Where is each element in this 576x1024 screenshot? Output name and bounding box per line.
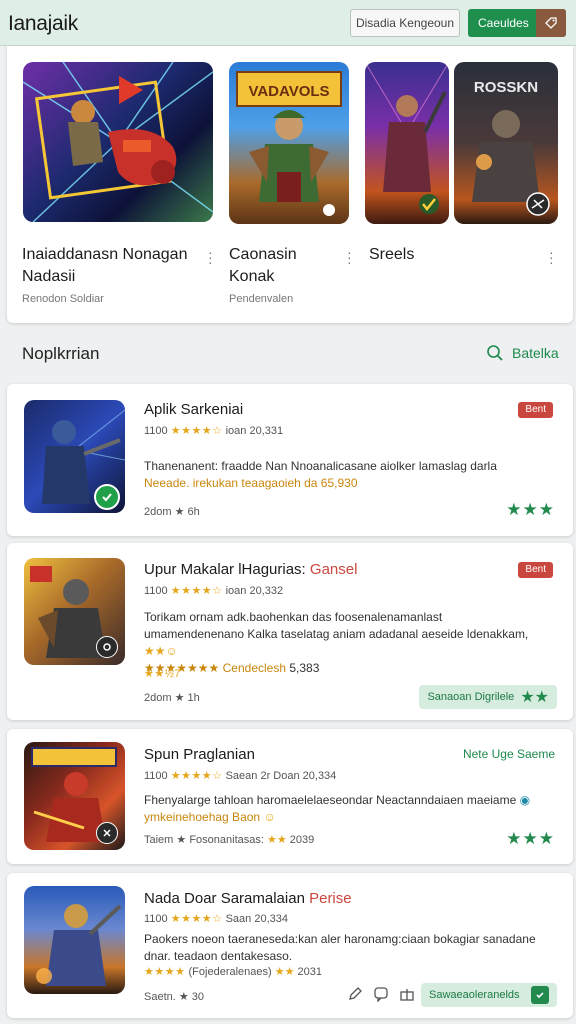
featured-carousel: VADAVOLS ROSSKN Inaiaddanasn Nonagan Nad… [7, 46, 573, 323]
featured-subtitle-1: Renodon Soldiar [22, 293, 104, 305]
app-title-text: Upur Makalar lHagurias: [144, 561, 306, 578]
app-meta-right: Saean 2r Doan 20,334 [225, 770, 337, 782]
description-text: Fhenyalarge tahloan haromaelelaeseondar … [144, 793, 520, 807]
rating-stars: ★★★★☆ [170, 913, 223, 925]
description-count: 5,383 [289, 661, 320, 675]
action-pill-button[interactable]: Sawaeaoleranelds [421, 983, 557, 1007]
app-meta: 1100 ★★★★☆ Saean 2r Doan 20,334 [144, 769, 336, 782]
card2-banner-text: VADAVOLS [248, 83, 329, 100]
section-search-link[interactable]: Batelka [486, 344, 559, 362]
app-title-highlight: Perise [309, 890, 352, 907]
app-meta-left: 1100 [144, 585, 168, 597]
rating-line-stars: ★★★★ [144, 966, 186, 978]
footer-count: 2039 [289, 834, 315, 846]
description-text: Torikam ornam adk.baohenkan das foosenal… [144, 610, 529, 641]
green-rating-stars[interactable]: ★★★ [506, 829, 555, 849]
app-thumbnail[interactable] [24, 742, 125, 850]
check-icon [531, 986, 549, 1004]
app-title[interactable]: Nada Doar Saramalaian Perise [144, 890, 352, 907]
app-meta-left: 1100 [144, 770, 168, 782]
featured-image-3[interactable] [365, 62, 449, 224]
app-description: Thanenanent: fraadde Nan Nnoanalicasane … [144, 458, 544, 492]
app-card[interactable]: Nada Doar Saramalaian Perise 1100 ★★★★☆ … [7, 873, 573, 1018]
app-meta: 1100 ★★★★☆ Saan 20,334 [144, 912, 288, 925]
featured-image-1[interactable] [23, 62, 213, 222]
description-highlight: Neeade. irekukan teaagaoieh da 65,930 [144, 476, 358, 490]
primary-button[interactable]: Caeuldes [468, 9, 566, 37]
featured-subtitle-2: Pendenvalen [229, 293, 294, 305]
description-highlight: (Fojederalenaes) [188, 966, 272, 978]
app-meta-left: 1100 [144, 913, 168, 925]
gear-icon [96, 636, 118, 658]
status-label: Nete Uge Saeme [462, 747, 555, 761]
app-description: Paokers noeon taeraneseda:kan aler haron… [144, 931, 544, 965]
gift-icon[interactable] [399, 986, 415, 1002]
rating-stars: ★★★★☆ [170, 585, 223, 597]
app-title-highlight: Gansel [309, 561, 358, 578]
primary-button-label: Caeuldes [478, 16, 529, 30]
action-pill-label: Sanaoan Digrilele [427, 691, 515, 703]
secondary-button[interactable]: Disadia Kengeoun [350, 9, 460, 37]
star-icon: ★★ [520, 689, 549, 706]
status-badge: Bent [518, 562, 553, 578]
description-text: Thanenanent: fraadde Nan Nnoanalicasane … [144, 459, 497, 473]
footer-text: Taiem ★ Fosonanitasas: [144, 834, 264, 846]
app-card[interactable]: Aplik Sarkeniai Bent 1100 ★★★★☆ ioan 20,… [7, 384, 573, 536]
action-pill-label: Sawaeaoleranelds [429, 989, 520, 1001]
tag-icon[interactable] [536, 9, 566, 37]
featured-title-3[interactable]: Sreels [369, 244, 414, 266]
app-thumbnail[interactable] [24, 558, 125, 665]
app-brand: Ianajaik [8, 12, 78, 35]
section-link-label: Batelka [512, 345, 559, 361]
verified-icon [94, 484, 120, 510]
app-card[interactable]: Upur Makalar lHagurias: Gansel Bent 1100… [7, 543, 573, 720]
chat-icon[interactable] [373, 986, 389, 1002]
app-meta-right: ioan 20,332 [225, 585, 284, 597]
top-bar: Ianajaik Disadia Kengeoun Caeuldes [0, 0, 576, 46]
app-footer: Saetn. ★ 30 [144, 991, 205, 1003]
featured-title-2[interactable]: Caonasin Konak [229, 244, 319, 288]
featured-image-4[interactable]: ROSSKN [454, 62, 558, 224]
rating-line-stars: ★★½7 [144, 668, 182, 680]
app-meta-left: 1100 [144, 425, 168, 437]
app-title[interactable]: Upur Makalar lHagurias: Gansel [144, 561, 357, 578]
description-count: 2031 [297, 966, 323, 978]
app-footer: 2dom ★ 1h [144, 692, 200, 704]
app-description: Torikam ornam adk.baohenkan das foosenal… [144, 610, 529, 675]
search-icon [487, 345, 503, 361]
green-rating-stars[interactable]: ★★★ [506, 500, 555, 520]
featured-image-2[interactable]: VADAVOLS [229, 62, 349, 224]
app-title[interactable]: Aplik Sarkeniai [144, 401, 243, 418]
action-icons [347, 986, 415, 1002]
status-badge: Bent [518, 402, 553, 418]
app-meta-right: ioan 20,331 [225, 425, 284, 437]
rating-line: ★★★★ (Fojederalenaes) ★★ 2031 [144, 966, 323, 978]
app-thumbnail[interactable] [24, 400, 125, 513]
description-highlight: ymkeinehoehag Baon [144, 810, 261, 824]
app-footer: 2dom ★ 6h [144, 506, 200, 518]
rating-line: ★★½7 [144, 667, 181, 680]
app-title[interactable]: Spun Praglanian [144, 746, 255, 763]
more-options-icon[interactable]: · · · [549, 245, 554, 269]
app-meta: 1100 ★★★★☆ ioan 20,331 [144, 424, 283, 437]
more-options-icon[interactable]: · · · [347, 245, 352, 269]
app-meta: 1100 ★★★★☆ ioan 20,332 [144, 584, 283, 597]
card3b-banner-text: ROSSKN [474, 79, 538, 96]
app-description: Fhenyalarge tahloan haromaelelaeseondar … [144, 793, 531, 824]
app-card[interactable]: Spun Praglanian Nete Uge Saeme 1100 ★★★★… [7, 729, 573, 864]
rating-stars: ★★★★☆ [170, 425, 223, 437]
action-pill-button[interactable]: Sanaoan Digrilele ★★ [419, 685, 557, 709]
app-title-text: Nada Doar Saramalaian [144, 890, 305, 907]
settings-icon [96, 822, 118, 844]
app-thumbnail[interactable] [24, 886, 125, 994]
more-options-icon[interactable]: · · · [208, 245, 213, 269]
rating-stars: ★★★★☆ [170, 770, 223, 782]
featured-title-1[interactable]: Inaiaddanasn Nonagan Nadasii [22, 244, 202, 288]
edit-icon[interactable] [347, 986, 363, 1002]
app-footer: Taiem ★ Fosonanitasas: ★★ 2039 [144, 834, 315, 846]
section-title: Noplkrrian [22, 344, 100, 363]
description-text: Paokers noeon taeraneseda:kan aler haron… [144, 932, 536, 963]
app-meta-right: Saan 20,334 [225, 913, 288, 925]
